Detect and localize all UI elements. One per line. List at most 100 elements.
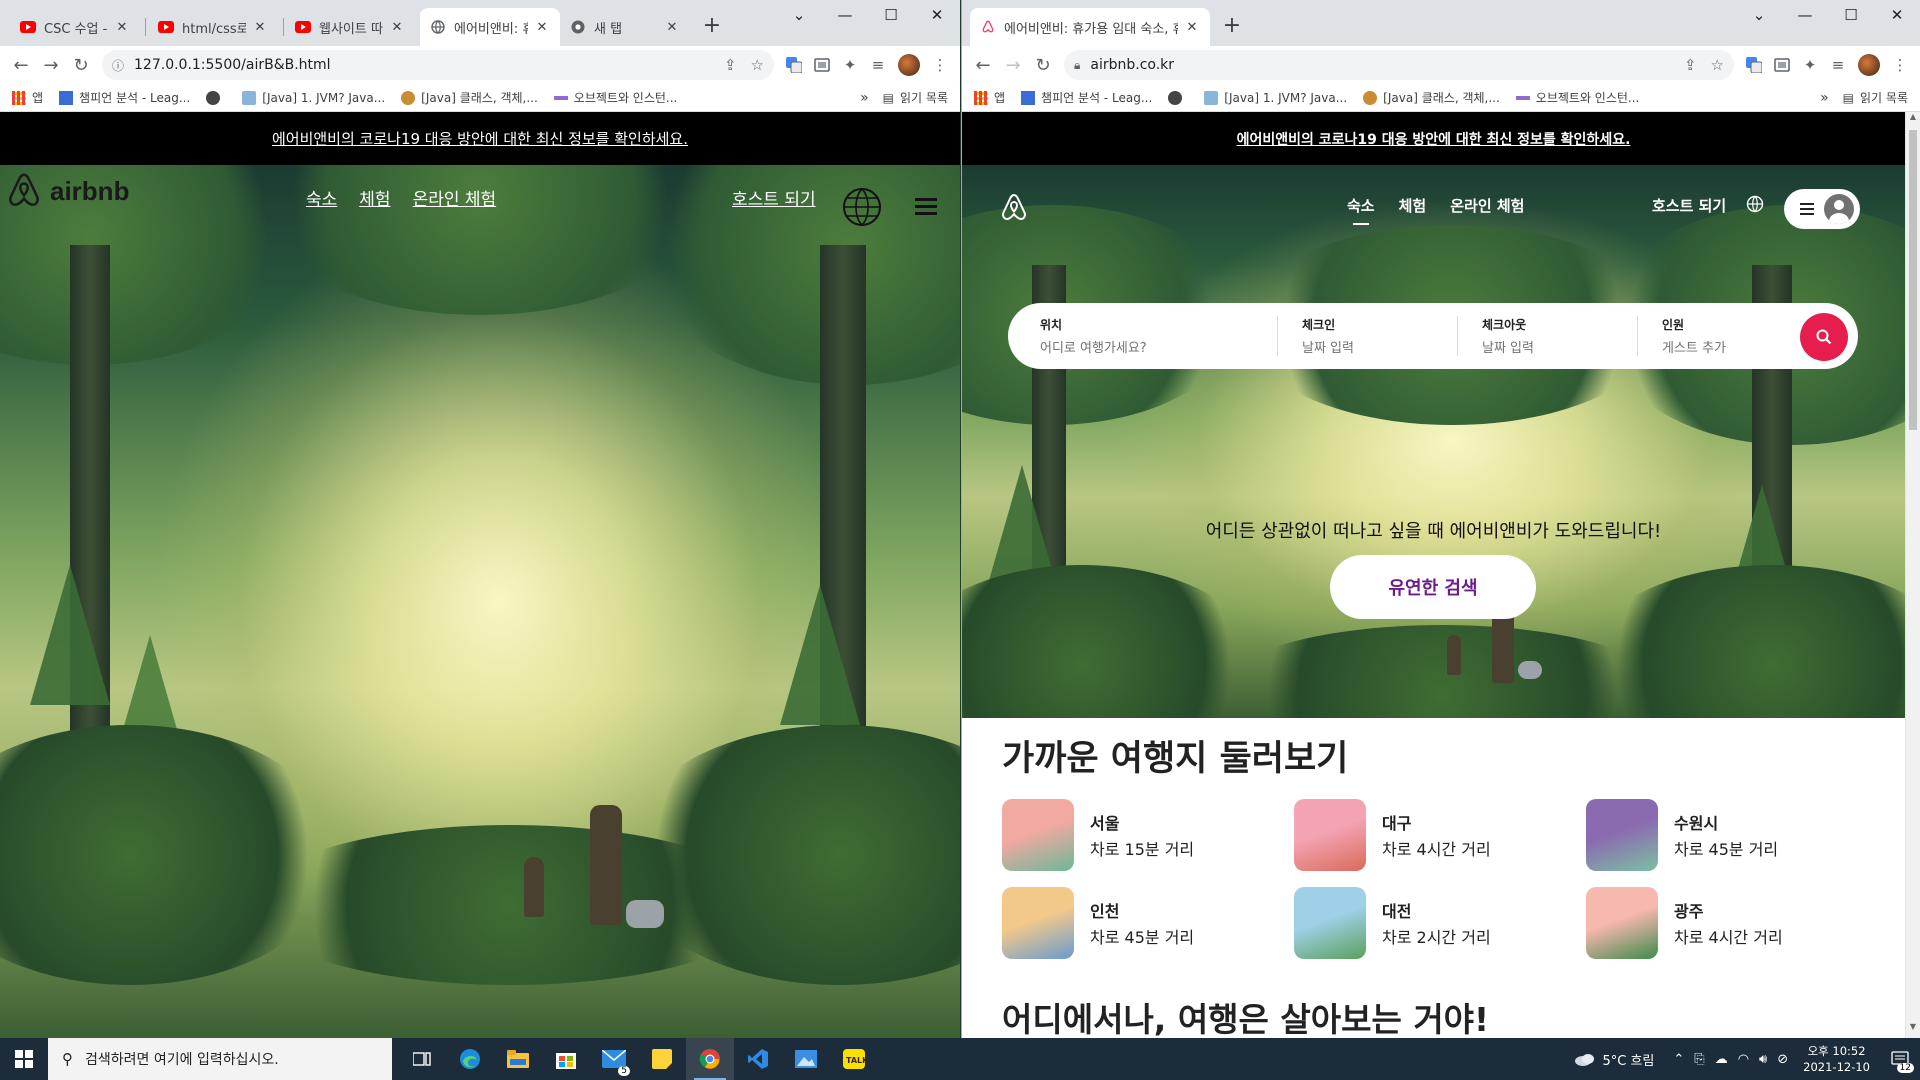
usb-device-icon[interactable]: ⎘	[1694, 1052, 1704, 1067]
destination-card[interactable]: 수원시 차로 45분 거리	[1586, 799, 1836, 871]
mail-icon[interactable]: 5	[590, 1038, 638, 1080]
bookmark-item[interactable]	[1168, 90, 1188, 105]
new-tab-button[interactable]: +	[698, 13, 726, 41]
destination-card[interactable]: 광주 차로 4시간 거리	[1586, 887, 1836, 959]
flexible-search-button[interactable]: 유연한 검색	[1330, 555, 1536, 619]
clock[interactable]: 오후 10:52 2021-12-10	[1803, 1043, 1870, 1075]
back-button[interactable]: ←	[6, 50, 36, 80]
tab-search-icon[interactable]: ⌄	[1736, 0, 1782, 30]
reading-list-button[interactable]: ▤ 읽기 목록	[883, 89, 948, 106]
close-tab-icon[interactable]: ✕	[1184, 20, 1200, 35]
user-menu-button[interactable]	[1784, 189, 1860, 229]
menu-experiences[interactable]: 체험	[1399, 195, 1427, 216]
guests-field[interactable]: 인원 게스트 추가	[1638, 316, 1788, 356]
covid-banner[interactable]: 에어비앤비의 코로나19 대응 방안에 대한 최신 정보를 확인하세요.	[0, 112, 960, 165]
ime-icon[interactable]: ⊘	[1777, 1052, 1788, 1067]
bookmark-item[interactable]: [Java] 1. JVM? Java...	[1204, 90, 1347, 105]
scroll-down-arrow-icon[interactable]: ▼	[1906, 1022, 1920, 1038]
vscode-icon[interactable]	[734, 1038, 782, 1080]
weather-widget[interactable]: 5°C 흐림	[1574, 1050, 1654, 1069]
screenshot-extension-icon[interactable]	[1768, 51, 1796, 79]
bookmark-apps[interactable]: 앱	[974, 89, 1005, 106]
bookmark-item[interactable]: 챔피언 분석 - Leag...	[1021, 89, 1152, 106]
tab-airbnb[interactable]: 에어비앤비: 휴가용 임대 숙소, 휴 ✕	[970, 8, 1210, 46]
bookmark-star-icon[interactable]: ☆	[1711, 56, 1724, 74]
bookmarks-overflow-button[interactable]: »	[1820, 90, 1829, 106]
bookmark-apps[interactable]: 앱	[12, 89, 43, 106]
onedrive-icon[interactable]: ☁︎	[1715, 1052, 1728, 1067]
bookmark-item[interactable]: 오브젝트와 인스턴...	[553, 89, 677, 106]
screenshot-extension-icon[interactable]	[808, 51, 836, 79]
close-window-button[interactable]: ✕	[914, 0, 960, 30]
file-explorer-icon[interactable]	[494, 1038, 542, 1080]
page-scrollbar[interactable]: ▲ ▼	[1905, 112, 1920, 1038]
globe-icon[interactable]	[1746, 195, 1764, 213]
tab-new[interactable]: 새 탭 ✕	[560, 8, 690, 46]
reading-list-button[interactable]: ▤ 읽기 목록	[1843, 89, 1908, 106]
maximize-button[interactable]: ☐	[1828, 0, 1874, 30]
bookmark-item[interactable]: [Java] 클래스, 객체,...	[1363, 89, 1500, 106]
bookmarks-overflow-button[interactable]: »	[860, 90, 869, 106]
tab-html-css[interactable]: html/css로 블 ✕	[148, 8, 278, 46]
media-control-icon[interactable]: ≡	[1824, 51, 1852, 79]
edge-browser-icon[interactable]	[446, 1038, 494, 1080]
back-button[interactable]: ←	[968, 50, 998, 80]
hamburger-menu-icon[interactable]	[915, 198, 937, 219]
bookmark-item[interactable]	[206, 90, 226, 105]
kakaotalk-icon[interactable]: TALK	[830, 1038, 878, 1080]
profile-avatar[interactable]	[898, 54, 920, 76]
search-button[interactable]	[1800, 313, 1848, 361]
close-window-button[interactable]: ✕	[1874, 0, 1920, 30]
tab-csc[interactable]: CSC 수업 - 바 ✕	[10, 8, 140, 46]
scrollbar-thumb[interactable]	[1909, 130, 1917, 430]
new-tab-button[interactable]: +	[1218, 13, 1246, 41]
forward-button[interactable]: →	[998, 50, 1028, 80]
extensions-puzzle-icon[interactable]: ✦	[1796, 51, 1824, 79]
become-host-link[interactable]: 호스트 되기	[1652, 195, 1726, 216]
menu-stays[interactable]: 숙소	[306, 185, 337, 210]
bookmark-star-icon[interactable]: ☆	[751, 56, 764, 74]
more-menu-icon[interactable]: ⋮	[926, 51, 954, 79]
volume-icon[interactable]: 🔊︎	[1759, 1052, 1767, 1067]
extensions-puzzle-icon[interactable]: ✦	[836, 51, 864, 79]
translate-extension-icon[interactable]	[780, 51, 808, 79]
bookmark-item[interactable]: 챔피언 분석 - Leag...	[59, 89, 190, 106]
lock-icon[interactable]: 🔒︎	[1074, 58, 1080, 73]
close-tab-icon[interactable]: ✕	[114, 20, 130, 35]
share-icon[interactable]: ⇪	[1684, 56, 1697, 74]
media-control-icon[interactable]: ≡	[864, 51, 892, 79]
chrome-icon[interactable]	[686, 1038, 734, 1080]
tab-search-icon[interactable]: ⌄	[776, 0, 822, 30]
menu-stays[interactable]: 숙소	[1347, 195, 1375, 225]
sticky-notes-icon[interactable]	[638, 1038, 686, 1080]
address-bar[interactable]: ⓘ 127.0.0.1:5500/airB&B.html ⇪ ☆	[102, 50, 774, 80]
task-view-button[interactable]	[398, 1038, 446, 1080]
bookmark-item[interactable]: 오브젝트와 인스턴...	[1515, 89, 1639, 106]
minimize-button[interactable]: —	[822, 0, 868, 30]
tab-airbnb-local[interactable]: 에어비앤비: 휴 ✕	[420, 8, 560, 46]
covid-banner[interactable]: 에어비앤비의 코로나19 대응 방안에 대한 최신 정보를 확인하세요.	[962, 112, 1905, 165]
chevron-up-icon[interactable]: ⌃	[1673, 1052, 1684, 1067]
airbnb-logo[interactable]: airbnb	[4, 171, 129, 211]
destination-card[interactable]: 서울 차로 15분 거리	[1002, 799, 1294, 871]
notification-center-button[interactable]: 12	[1880, 1038, 1920, 1080]
destination-card[interactable]: 대구 차로 4시간 거리	[1294, 799, 1586, 871]
photos-icon[interactable]	[782, 1038, 830, 1080]
close-tab-icon[interactable]: ✕	[534, 20, 550, 35]
share-icon[interactable]: ⇪	[724, 56, 737, 74]
profile-avatar[interactable]	[1858, 54, 1880, 76]
more-menu-icon[interactable]: ⋮	[1886, 51, 1914, 79]
bookmark-item[interactable]: [Java] 1. JVM? Java...	[242, 90, 385, 105]
globe-icon[interactable]	[842, 187, 882, 227]
info-icon[interactable]: ⓘ	[112, 57, 124, 74]
start-button[interactable]	[0, 1038, 48, 1080]
address-bar[interactable]: 🔒︎ airbnb.co.kr ⇪ ☆	[1064, 50, 1734, 80]
location-field[interactable]: 위치 어디로 여행가세요?	[1008, 316, 1278, 356]
bookmark-item[interactable]: [Java] 클래스, 객체,...	[401, 89, 538, 106]
minimize-button[interactable]: —	[1782, 0, 1828, 30]
microsoft-store-icon[interactable]	[542, 1038, 590, 1080]
destination-card[interactable]: 인천 차로 45분 거리	[1002, 887, 1294, 959]
menu-online-experiences[interactable]: 온라인 체험	[1450, 195, 1524, 216]
translate-extension-icon[interactable]	[1740, 51, 1768, 79]
checkin-field[interactable]: 체크인 날짜 입력	[1278, 316, 1458, 356]
